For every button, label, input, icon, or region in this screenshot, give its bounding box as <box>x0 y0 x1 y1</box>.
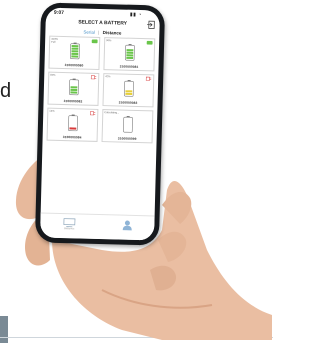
battery-level-segment <box>71 48 78 50</box>
battery-serial: 3100000081 <box>104 64 153 69</box>
battery-level-segment <box>70 91 77 93</box>
charger-icon <box>145 76 152 81</box>
battery-serial: 3100000099 <box>103 136 152 141</box>
exit-icon[interactable] <box>146 20 155 29</box>
battery-level-segment <box>125 90 132 92</box>
battery-serial: 3100000080 <box>49 63 98 68</box>
battery-level-label: 42% <box>105 75 110 78</box>
battery-level-segment <box>126 52 133 54</box>
battery-level-label: 14% <box>49 110 54 113</box>
corner-decoration <box>0 316 8 343</box>
battery-card[interactable]: 100% Full 3100000080 <box>48 36 100 70</box>
battery-level-label: 100% Full <box>51 38 58 44</box>
tab-distance[interactable]: Distance <box>102 30 123 36</box>
badge-icon <box>91 39 98 44</box>
battery-grid: 100% Full 3100000080 90% 3100000081 82% 31000… <box>47 36 156 144</box>
nav-batteries-label: Batteries <box>54 227 84 231</box>
badge-icon <box>146 40 153 45</box>
smartphone: 9:07 ▮▮ ◔ SELECT A BATTERY Serial | Dist… <box>35 2 165 245</box>
battery-serial: 3100000082 <box>49 99 98 104</box>
battery-card[interactable]: 82% 3100000082 <box>47 72 99 106</box>
battery-level-segment <box>70 86 77 88</box>
app-screen: 9:07 ▮▮ ◔ SELECT A BATTERY Serial | Dist… <box>40 8 160 241</box>
tab-serial[interactable]: Serial <box>82 30 96 35</box>
signal-battery-icons: ▮▮ ◔ <box>130 12 142 18</box>
battery-level-segment <box>71 55 78 57</box>
battery-level-segment <box>70 89 77 91</box>
tab-separator: | <box>97 30 100 35</box>
battery-level-segment <box>126 54 133 56</box>
battery-icon <box>123 80 133 97</box>
battery-level-label: 90% <box>106 39 111 42</box>
page-title: SELECT A BATTERY <box>46 19 160 28</box>
nav-batteries[interactable]: Batteries <box>54 218 84 231</box>
bottom-navigation: Batteries <box>40 212 155 240</box>
battery-card[interactable]: 14% 3100000084 <box>47 108 99 142</box>
battery-level-segment <box>126 49 133 51</box>
battery-level-segment <box>71 50 78 52</box>
battery-icon <box>68 78 78 95</box>
battery-card[interactable]: 42% 3100000083 <box>102 73 154 107</box>
battery-icon <box>124 44 134 61</box>
battery-level-segment <box>126 57 133 59</box>
background-text-fragment: d <box>0 80 11 103</box>
battery-serial: 3100000083 <box>104 100 153 105</box>
battery-card[interactable]: Calculating... 3100000099 <box>102 109 154 143</box>
battery-level-label: Calculating... <box>104 111 119 114</box>
charger-icon <box>90 75 97 80</box>
battery-icon <box>69 42 79 59</box>
battery-level-segment <box>125 93 132 95</box>
battery-icon <box>67 114 77 131</box>
batteries-nav-icon <box>63 218 75 227</box>
profile-nav-icon <box>122 220 132 231</box>
battery-level-segment <box>71 53 78 55</box>
nav-profile[interactable] <box>112 219 142 231</box>
battery-level-segment <box>69 127 76 129</box>
status-time: 9:07 <box>54 10 64 16</box>
charger-icon <box>89 111 96 116</box>
battery-level-segment <box>71 45 78 47</box>
battery-serial: 3100000084 <box>48 135 97 140</box>
battery-icon <box>122 116 132 133</box>
battery-card[interactable]: 90% 3100000081 <box>103 37 155 71</box>
battery-level-label: 82% <box>50 74 55 77</box>
